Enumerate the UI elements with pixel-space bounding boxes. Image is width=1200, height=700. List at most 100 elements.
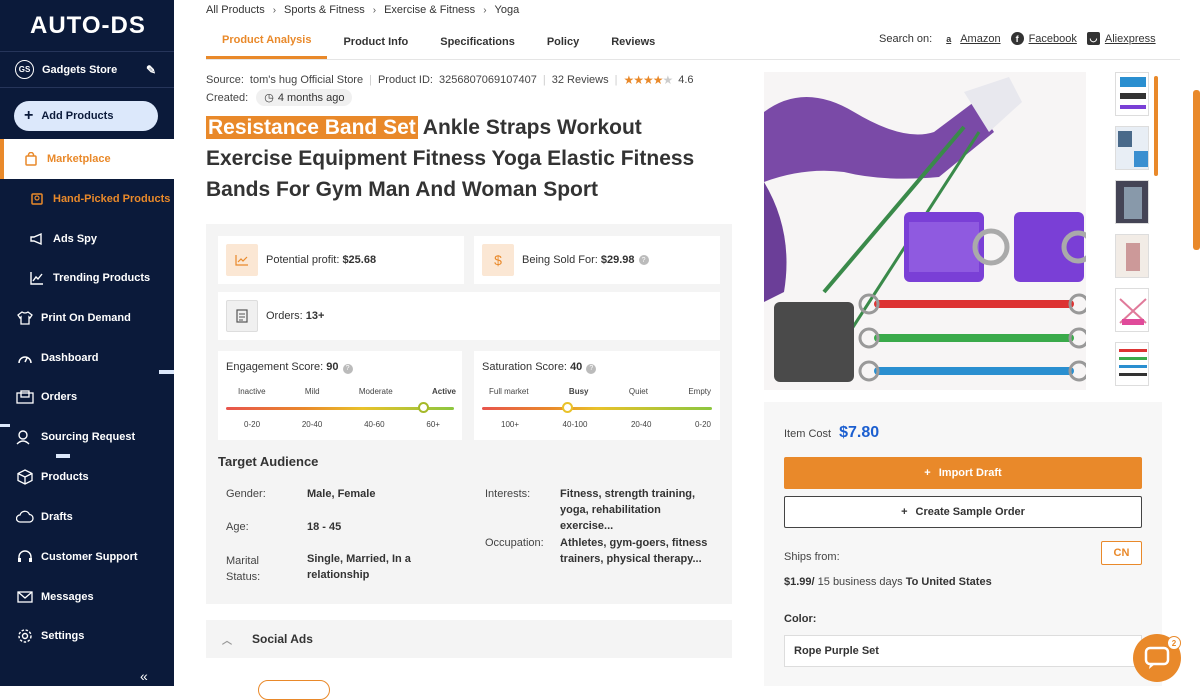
tab-policy[interactable]: Policy [531, 24, 595, 59]
gender-label: Gender: [226, 488, 266, 500]
trend-icon [28, 269, 46, 287]
reviews-count[interactable]: 32 Reviews [552, 74, 609, 86]
product-meta: Source: tom's hug Official Store | Produ… [206, 73, 694, 87]
tab-product-info[interactable]: Product Info [327, 24, 424, 59]
engagement-marker [418, 402, 429, 413]
sidebar-item-ads-spy[interactable]: Ads Spy [0, 219, 174, 259]
sidebar-item-trending[interactable]: Trending Products [0, 258, 174, 298]
autods-logo[interactable]: AUTO-DS [0, 0, 174, 52]
thumbnail[interactable] [1115, 342, 1149, 386]
social-ads-label: Social Ads [252, 632, 313, 646]
range-label: 20-40 [630, 420, 652, 429]
shirt-icon [16, 309, 34, 327]
sidebar-item-settings[interactable]: Settings [0, 616, 174, 656]
plus-icon: + [924, 467, 931, 479]
social-ads-accordion[interactable]: ︿ Social Ads [206, 620, 732, 658]
level-label: Full market [489, 387, 529, 396]
shipping-destination[interactable]: To United States [906, 576, 992, 588]
item-cost-value: $7.80 [839, 424, 880, 441]
breadcrumb-item[interactable]: Yoga [495, 4, 520, 16]
source-store-link[interactable]: tom's hug Official Store [250, 74, 363, 86]
tab-specifications[interactable]: Specifications [424, 24, 531, 59]
sidebar-item-label: Sourcing Request [41, 431, 136, 443]
facebook-link[interactable]: f Facebook [1010, 32, 1077, 45]
breadcrumb-item[interactable]: All Products [206, 4, 265, 16]
collapse-sidebar-icon[interactable]: « [140, 668, 148, 684]
thumbnail[interactable] [1115, 72, 1149, 116]
level-label-active: Busy [568, 387, 589, 396]
rating-value: 4.6 [678, 74, 694, 86]
product-tabs: Product Analysis Product Info Specificat… [206, 24, 671, 59]
thumbnail-scrollbar[interactable] [1154, 76, 1158, 176]
level-label: Moderate [358, 387, 393, 396]
created-meta: Created: ◷ 4 months ago [206, 89, 353, 106]
saturation-levels: Full market Busy Quiet Empty [489, 387, 711, 396]
ships-from-country-button[interactable]: CN [1101, 541, 1142, 565]
created-chip: ◷ 4 months ago [256, 89, 353, 106]
level-label: Quiet [628, 387, 648, 396]
sidebar-item-label: Orders [41, 391, 78, 403]
tab-product-analysis[interactable]: Product Analysis [206, 24, 328, 59]
amazon-link[interactable]: a Amazon [942, 32, 1000, 45]
chevron-up-icon: ︿ [222, 635, 232, 647]
breadcrumb-item[interactable]: Exercise & Fitness [384, 4, 475, 16]
level-label: Inactive [238, 387, 266, 396]
sidebar-item-marketplace[interactable]: Marketplace [0, 139, 174, 179]
shipping-price: $1.99/ [784, 576, 815, 588]
sidebar-item-print-on-demand[interactable]: Print On Demand [0, 298, 174, 338]
thumbnail[interactable] [1115, 288, 1149, 332]
more-button[interactable] [258, 680, 330, 700]
page-scrollbar[interactable] [1193, 90, 1200, 250]
plus-icon: + [901, 506, 908, 518]
create-sample-order-button[interactable]: + Create Sample Order [784, 496, 1142, 528]
sidebar-item-sourcing-request[interactable]: Sourcing Request [0, 417, 174, 457]
import-draft-button[interactable]: + Import Draft [784, 457, 1142, 489]
profit-value: $25.68 [342, 254, 377, 266]
divider: | [369, 74, 372, 86]
sidebar-item-messages[interactable]: Messages [0, 577, 174, 617]
ships-from-label: Ships from: [784, 551, 840, 563]
add-products-button[interactable]: + Add Products [14, 101, 158, 131]
sidebar-item-dashboard[interactable]: Dashboard [0, 338, 174, 378]
saturation-ranges: 100+ 40-100 20-40 0-20 [501, 420, 711, 429]
help-icon[interactable]: ? [342, 363, 353, 374]
plus-icon: + [24, 107, 34, 124]
store-selector[interactable]: GS Gadgets Store ✎ [0, 52, 174, 88]
sidebar-item-hand-picked[interactable]: Hand-Picked Products [0, 179, 174, 219]
occupation-label: Occupation: [485, 537, 544, 549]
breadcrumb-item[interactable]: Sports & Fitness [284, 4, 365, 16]
sidebar-item-orders[interactable]: Orders [0, 377, 174, 417]
thumbnail[interactable] [1115, 234, 1149, 278]
sold-value: $29.98 [600, 254, 635, 266]
image-thumbnails [1115, 72, 1151, 396]
chevron-right-icon: › [272, 4, 277, 16]
sidebar-item-customer-support[interactable]: Customer Support [0, 537, 174, 577]
shipping-days: 15 business days [814, 576, 906, 588]
chevron-right-icon: › [483, 4, 487, 16]
color-select[interactable]: Rope Purple Set [784, 635, 1142, 667]
orders-value: 13+ [305, 310, 325, 322]
product-main-image[interactable] [764, 72, 1086, 390]
thumbnail[interactable] [1115, 180, 1149, 224]
thumbnail[interactable] [1115, 126, 1149, 170]
shipping-info: $1.99/ 15 business days To United States [784, 576, 992, 588]
box-icon [16, 468, 34, 486]
search-on: Search on: a Amazon f Facebook ◡ Aliexpress [879, 32, 1156, 45]
product-id: 3256807069107407 [438, 74, 537, 86]
sidebar-item-products[interactable]: Products [0, 457, 174, 497]
facebook-icon: f [1010, 32, 1024, 45]
tab-reviews[interactable]: Reviews [595, 24, 671, 59]
saturation-label: Saturation Score: [482, 361, 567, 373]
engagement-ranges: 0-20 20-40 40-60 60+ [226, 420, 456, 429]
level-label: Empty [688, 387, 711, 396]
divider: | [614, 74, 618, 86]
gender-value: Male, Female [307, 488, 376, 500]
edit-icon[interactable]: ✎ [146, 63, 156, 77]
sidebar-item-drafts[interactable]: Drafts [0, 497, 174, 537]
divider: | [542, 74, 546, 86]
aliexpress-link[interactable]: ◡ Aliexpress [1086, 32, 1156, 45]
interests-label: Interests: [485, 488, 531, 500]
help-icon[interactable]: ? [586, 363, 597, 374]
help-icon[interactable]: ? [638, 255, 649, 265]
cloud-icon [16, 508, 34, 526]
